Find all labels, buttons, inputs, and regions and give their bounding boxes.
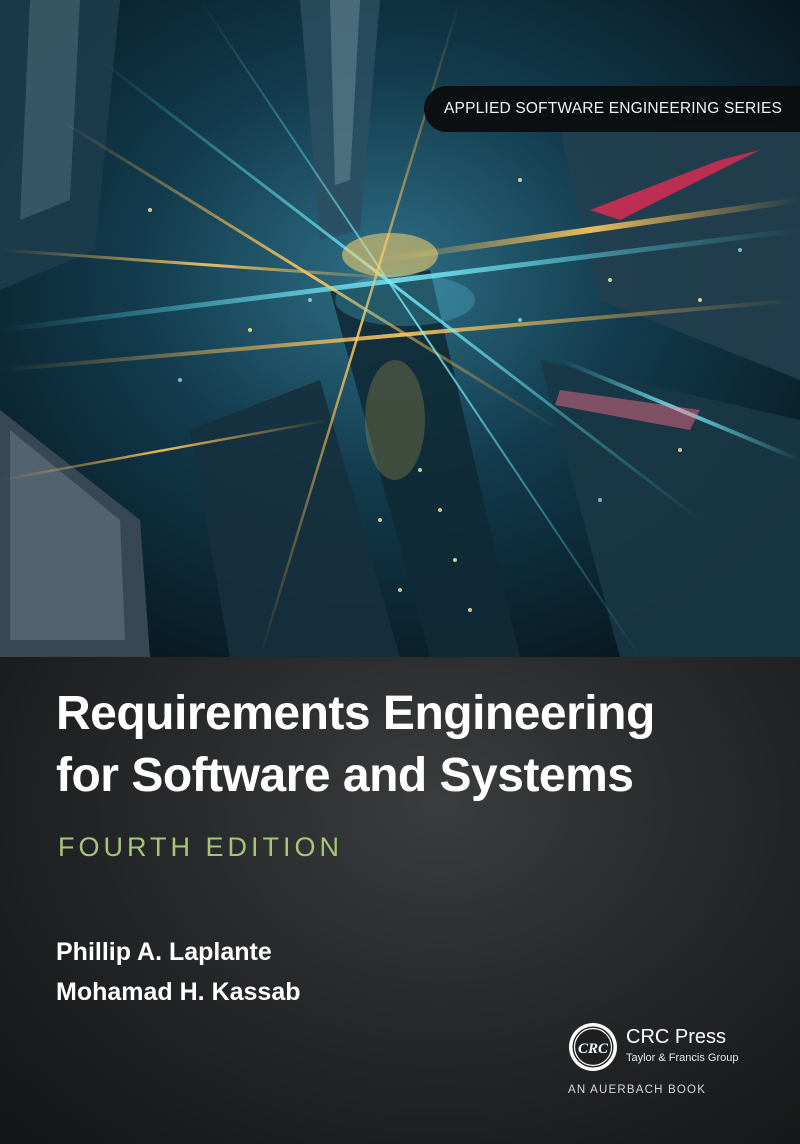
series-banner: APPLIED SOFTWARE ENGINEERING SERIES bbox=[424, 86, 800, 132]
publisher-block: CRC CRC Press Taylor & Francis Group AN … bbox=[568, 1022, 768, 1122]
author-name: Phillip A. Laplante bbox=[56, 938, 272, 966]
author-name: Mohamad H. Kassab bbox=[56, 978, 301, 1006]
title-line-2: for Software and Systems bbox=[56, 749, 634, 802]
title-line-1: Requirements Engineering bbox=[56, 687, 655, 740]
imprint-label: AN AUERBACH BOOK bbox=[568, 1084, 707, 1096]
book-title: Requirements Engineering for Software an… bbox=[56, 683, 776, 807]
edition-label: FOURTH EDITION bbox=[58, 832, 343, 862]
authors-list: Phillip A. Laplante Mohamad H. Kassab bbox=[56, 932, 301, 1012]
crc-press-logo-icon: CRC bbox=[569, 1023, 617, 1071]
logo-text: CRC bbox=[578, 1041, 609, 1057]
publisher-name: CRC Press bbox=[626, 1026, 727, 1048]
series-name: APPLIED SOFTWARE ENGINEERING SERIES bbox=[444, 100, 783, 117]
publisher-group: Taylor & Francis Group bbox=[626, 1052, 739, 1064]
